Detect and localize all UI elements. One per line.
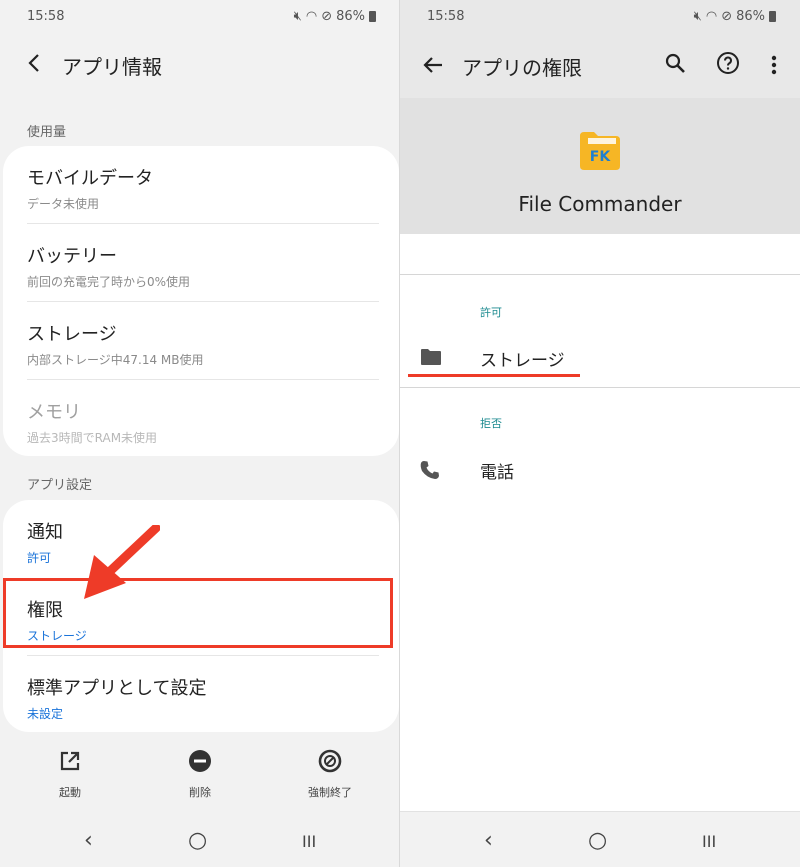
item-subtitle: データ未使用 [27,197,100,211]
status-icons: 🔇︎ ◠ ⊘ 86% [694,9,776,24]
app-banner: FK File Commander [400,98,800,234]
status-icons: 🔇︎ ◠ ⊘ 86% [294,9,376,24]
nav-home-button[interactable]: ○ [188,828,207,853]
wifi-icon: ◠ [305,9,318,24]
highlight-underline [408,374,580,377]
force-stop-button[interactable]: 強制終了 [290,748,370,800]
mute-icon: 🔇︎ [293,9,302,24]
nav-recent-button[interactable]: III [702,832,716,851]
block-icon [318,749,342,773]
list-item-mobile-data[interactable]: モバイルデータ データ未使用 [27,164,379,212]
dnd-icon: ⊘ [721,9,733,24]
section-label-allowed: 許可 [480,306,502,319]
usage-card: モバイルデータ データ未使用 バッテリー 前回の充電完了時から0%使用 ストレー… [3,146,399,456]
navigation-bar: ‹ ○ III [400,811,800,867]
item-subtitle: 前回の充電完了時から0%使用 [27,275,191,289]
item-title: メモリ [27,402,81,423]
status-bar: 15:58 🔇︎ ◠ ⊘ 86% [400,0,800,34]
launch-button[interactable]: 起動 [30,748,110,800]
permission-phone[interactable]: 電話 [400,450,800,490]
nav-recent-button[interactable]: III [302,832,316,851]
open-external-icon [60,751,80,771]
item-subtitle: 過去3時間でRAM未使用 [27,431,158,445]
folder-icon [421,349,441,365]
pointer-arrow-icon [84,525,160,599]
item-subtitle: 内部ストレージ中47.14 MB使用 [27,353,204,367]
app-info-screen: 15:58 🔇︎ ◠ ⊘ 86% アプリ情報 使用量 モバイルデータ データ未使… [0,0,400,867]
back-arrow-icon[interactable] [422,54,444,76]
item-title: 標準アプリとして設定 [27,678,207,699]
action-bar: 起動 削除 強制終了 [0,748,400,808]
app-permissions-screen: 15:58 🔇︎ ◠ ⊘ 86% アプリの権限 FK File Commande… [400,0,800,867]
action-label: 起動 [59,786,81,799]
app-bar: アプリの権限 [400,34,800,98]
page-title: アプリの権限 [462,56,582,80]
permission-label: 電話 [480,463,514,483]
section-label-app-settings: アプリ設定 [27,478,93,493]
divider [400,274,800,275]
item-title: バッテリー [27,246,117,267]
phone-icon [420,461,439,479]
dnd-icon: ⊘ [321,9,333,24]
item-title: ストレージ [27,324,117,345]
divider [27,301,379,302]
nav-back-button[interactable]: ‹ [484,828,493,853]
uninstall-button[interactable]: 削除 [160,748,240,800]
battery-percent: 86% [336,9,365,24]
file-commander-logo-icon: FK [580,132,620,170]
status-bar: 15:58 🔇︎ ◠ ⊘ 86% [0,0,400,34]
permission-label: ストレージ [480,351,565,371]
battery-icon [369,11,376,22]
wifi-icon: ◠ [705,9,718,24]
nav-home-button[interactable]: ○ [588,828,607,853]
divider [400,387,800,388]
svg-text:FK: FK [590,149,612,165]
app-bar: アプリ情報 [0,40,400,90]
minus-circle-icon [189,750,211,772]
back-arrow-icon[interactable] [24,52,46,74]
item-subtitle: 未設定 [27,707,64,721]
status-time: 15:58 [427,9,465,24]
divider [27,655,379,656]
navigation-bar: ‹ ○ III [0,812,400,867]
app-name: File Commander [518,192,682,216]
more-vert-icon[interactable] [770,54,778,76]
action-label: 強制終了 [308,786,352,799]
list-item-battery[interactable]: バッテリー 前回の充電完了時から0%使用 [27,242,379,290]
list-item-default-app[interactable]: 標準アプリとして設定 未設定 [27,674,379,722]
section-label-usage: 使用量 [27,125,67,140]
highlight-box [3,578,393,648]
nav-back-button[interactable]: ‹ [84,828,93,853]
help-icon[interactable] [716,51,740,75]
list-item-memory: メモリ 過去3時間でRAM未使用 [27,398,379,446]
item-title: モバイルデータ [27,168,153,189]
permission-storage[interactable]: ストレージ [400,338,800,378]
action-label: 削除 [189,786,211,799]
battery-icon [769,11,776,22]
search-icon[interactable] [664,52,686,74]
status-time: 15:58 [27,9,65,24]
section-label-denied: 拒否 [480,417,502,430]
page-title: アプリ情報 [62,55,162,79]
divider [27,223,379,224]
divider [27,379,379,380]
mute-icon: 🔇︎ [693,9,702,24]
battery-percent: 86% [736,9,765,24]
list-item-storage[interactable]: ストレージ 内部ストレージ中47.14 MB使用 [27,320,379,368]
